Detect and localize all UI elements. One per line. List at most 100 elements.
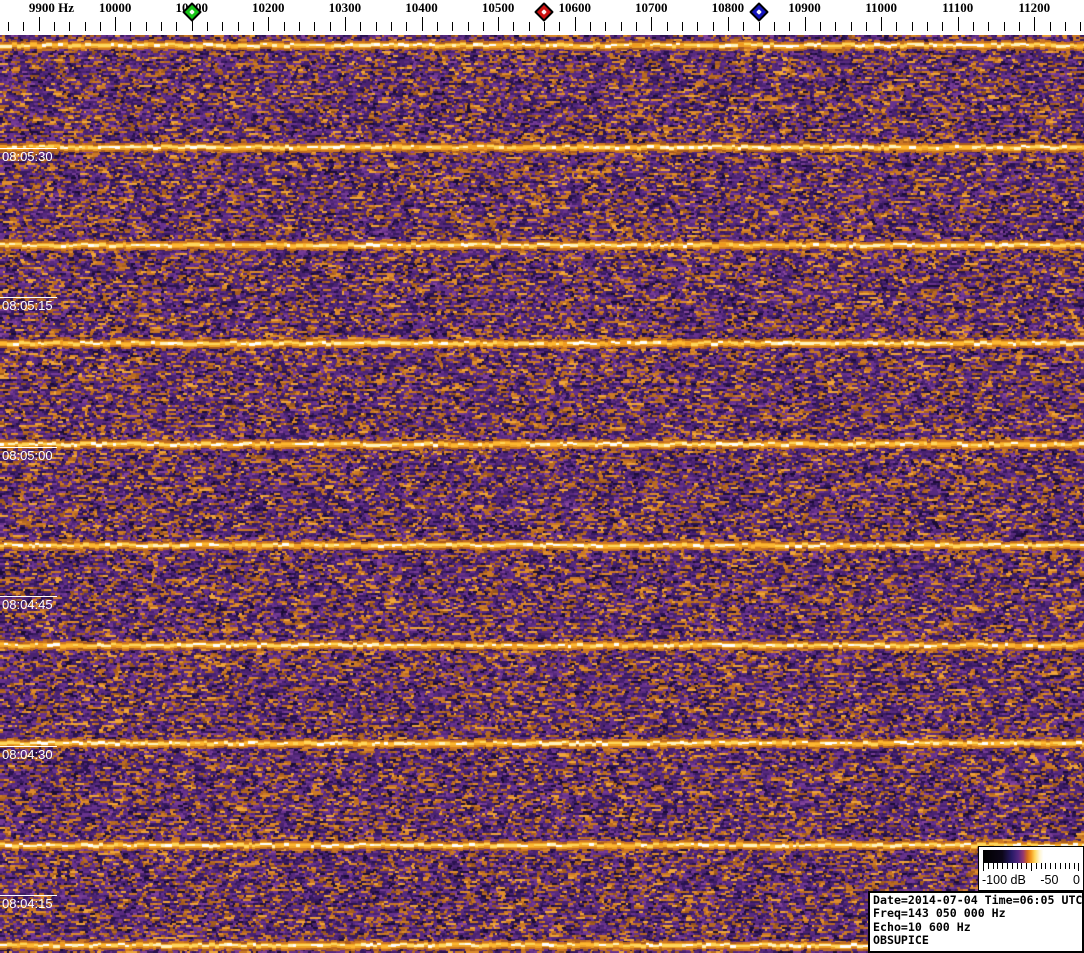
freq-tick	[38, 17, 40, 31]
freq-tick	[436, 22, 438, 31]
db-ruler-tick	[1021, 863, 1023, 869]
marker-center-dot	[755, 9, 762, 15]
freq-tick	[666, 22, 668, 31]
freq-tick	[727, 17, 729, 31]
freq-tick	[636, 22, 637, 31]
db-ruler-tick	[1026, 863, 1028, 869]
freq-tick	[253, 22, 254, 31]
db-color-scale: -100 dB -50 0	[978, 846, 1084, 891]
db-scale-ticks	[983, 863, 1079, 871]
freq-tick	[115, 17, 117, 31]
freq-tick	[375, 22, 377, 31]
freq-tick	[161, 22, 163, 31]
freq-tick	[1003, 22, 1005, 31]
freq-tick	[498, 17, 500, 31]
db-ruler-tick	[1040, 863, 1042, 869]
time-label: 08:05:00	[0, 447, 57, 462]
freq-tick	[911, 22, 913, 31]
freq-tick	[7, 22, 9, 31]
freq-tick-label: 10800	[711, 0, 745, 15]
freq-tick	[176, 22, 178, 31]
freq-tick	[528, 22, 530, 31]
color-gradient-bar	[983, 850, 1079, 863]
freq-tick	[681, 22, 683, 31]
freq-tick	[804, 17, 806, 31]
time-label: 08:04:30	[0, 746, 57, 762]
freq-tick-label: 9900 Hz	[28, 0, 75, 15]
marker-center-dot	[541, 9, 547, 15]
freq-tick-label: 10400	[405, 0, 438, 15]
freq-tick	[865, 22, 867, 31]
freq-tick	[298, 22, 300, 31]
time-label-text: 08:04:45	[2, 597, 53, 612]
freq-tick	[406, 22, 408, 31]
freq-tick	[222, 22, 224, 31]
freq-tick	[283, 22, 285, 31]
freq-tick-label: 10500	[481, 0, 515, 15]
marker-center-dot	[188, 9, 195, 15]
db-ruler-tick	[1055, 863, 1056, 869]
time-label: 08:04:45	[0, 596, 57, 612]
freq-tick	[314, 22, 316, 31]
freq-tick-label: 11000	[865, 0, 897, 15]
time-label-text: 08:04:15	[2, 896, 53, 911]
time-label-text: 08:04:30	[2, 747, 53, 762]
freq-tick-label: 10900	[788, 0, 821, 15]
freq-tick	[957, 17, 959, 31]
info-date-line: Date=2014-07-04 Time=06:05 UTC	[873, 893, 1083, 907]
db-ruler-tick	[1050, 863, 1052, 869]
freq-tick-label: 10300	[328, 0, 362, 15]
freq-tick	[819, 22, 821, 31]
time-label: 08:05:30	[0, 148, 57, 164]
db-ruler-tick	[1035, 863, 1037, 869]
db-ruler-tick	[1045, 863, 1047, 869]
freq-tick	[344, 17, 346, 31]
info-station-line: OBSUPICE	[873, 933, 929, 948]
db-scale-label-mid: -50	[1040, 873, 1059, 887]
db-ruler-tick	[1007, 863, 1008, 869]
freq-tick	[712, 22, 714, 31]
freq-tick	[513, 22, 515, 31]
freq-tick	[482, 22, 484, 31]
freq-tick	[896, 22, 898, 31]
freq-tick	[835, 22, 837, 31]
freq-tick	[651, 17, 653, 31]
freq-tick-label: 10000	[98, 0, 132, 15]
freq-tick	[574, 17, 576, 31]
freq-tick	[145, 22, 147, 31]
time-label-text: 08:05:30	[2, 149, 53, 164]
freq-tick	[743, 22, 745, 31]
freq-tick	[559, 22, 561, 31]
freq-tick	[1034, 17, 1036, 31]
db-scale-label-min: -100 dB	[982, 873, 1026, 887]
spectrogram-waterfall	[0, 35, 1084, 953]
db-ruler-tick	[1069, 863, 1071, 869]
freq-tick	[329, 22, 331, 31]
freq-tick	[23, 22, 25, 31]
freq-tick	[773, 22, 775, 31]
frequency-marker-blue-diamond[interactable]	[748, 2, 769, 22]
info-box: Date=2014-07-04 Time=06:05 UTC Freq=143 …	[868, 891, 1084, 953]
freq-tick	[268, 17, 270, 31]
time-label-text: 08:05:15	[2, 298, 53, 313]
freq-tick-label: 10200	[252, 0, 285, 15]
db-ruler-tick	[1031, 863, 1032, 871]
freq-tick	[620, 22, 622, 31]
freq-tick	[942, 22, 944, 31]
db-ruler-tick	[1016, 863, 1018, 869]
freq-tick	[850, 22, 852, 31]
freq-tick-label: 10600	[558, 0, 591, 15]
freq-tick	[69, 22, 71, 31]
freq-tick	[590, 22, 591, 31]
freq-tick	[1019, 22, 1020, 31]
db-ruler-tick	[1078, 863, 1079, 871]
freq-tick	[452, 22, 454, 31]
db-ruler-tick	[1064, 863, 1066, 869]
freq-tick	[605, 22, 607, 31]
spectrum-waterfall-screen: 9900 Hz100001010010200103001040010500106…	[0, 0, 1084, 953]
db-ruler-tick	[1074, 863, 1076, 869]
freq-tick	[421, 17, 423, 31]
frequency-marker-red-diamond[interactable]	[534, 2, 554, 22]
db-ruler-tick	[1011, 863, 1013, 869]
freq-tick	[237, 22, 239, 31]
